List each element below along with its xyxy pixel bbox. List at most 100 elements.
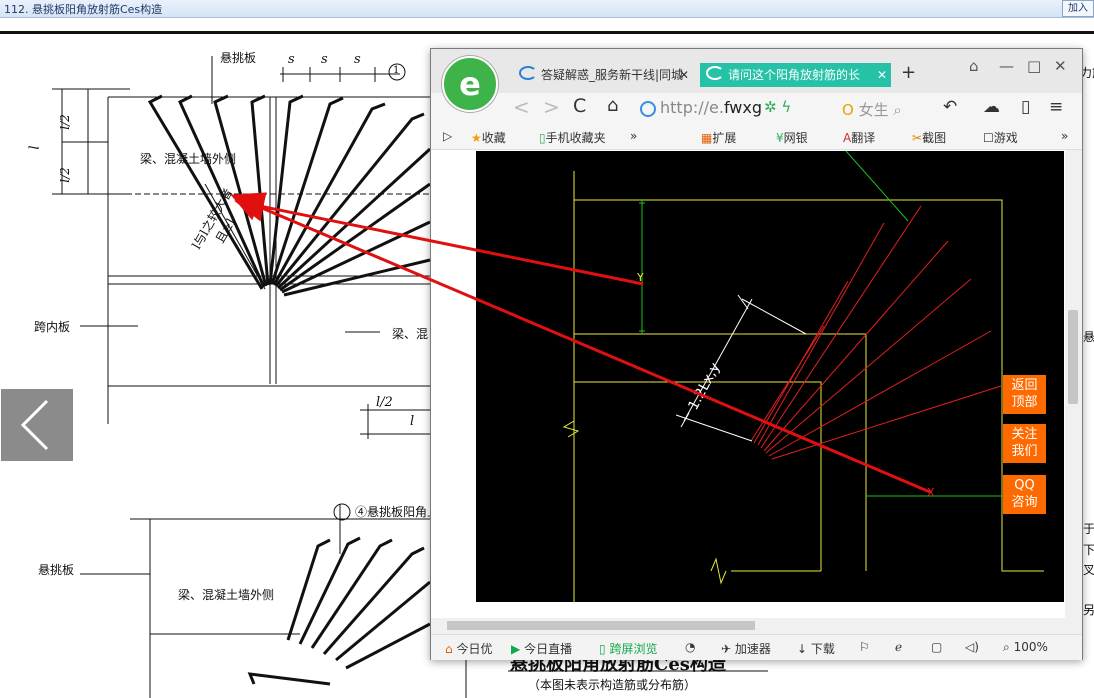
circle-number: 1: [393, 65, 400, 76]
home-icon[interactable]: ⌂: [607, 95, 618, 116]
page-viewport: Y X 1.2Lx,y 返回 顶部 关注 我们 QQ 咨询: [431, 150, 1065, 618]
maximize-button[interactable]: □: [1027, 57, 1041, 75]
follow-us-button[interactable]: 关注 我们: [1003, 424, 1046, 463]
sidebar-toggle[interactable]: ▷: [443, 129, 452, 143]
url-prefix: http://e.: [660, 98, 724, 117]
status-bar: ⌂ 今日优 ▶ 今日直播 ▯ 跨屏浏览 ◔ ✈ 加速器 ↓ 下载 ⚐ ℯ ▢ ◁…: [431, 634, 1082, 660]
prev-image-button[interactable]: [1, 389, 73, 461]
tab-label: 请问这个阳角放射筋的长: [728, 68, 861, 82]
undo-icon[interactable]: ↶: [943, 97, 957, 117]
search-placeholder: 女生: [858, 101, 889, 119]
live-button[interactable]: ▶ 今日直播: [511, 640, 572, 657]
flag-icon[interactable]: ⚐: [859, 640, 870, 654]
dimension-label: l/2: [57, 114, 72, 130]
bookmark-translate[interactable]: A翻译: [843, 129, 875, 146]
speedometer-icon[interactable]: ◔: [685, 640, 695, 654]
dimension-label: l/2: [376, 395, 393, 410]
beam-label: 梁、混凝土墙外侧: [178, 588, 275, 602]
accelerator-button[interactable]: ✈ 加速器: [721, 640, 771, 657]
bookmark-extensions[interactable]: ▦扩展: [701, 129, 736, 146]
bookmark-screenshot[interactable]: ✂截图: [912, 129, 946, 146]
chevron-left-icon: [20, 399, 49, 451]
globe-icon: [640, 101, 656, 117]
forward-icon[interactable]: >: [543, 95, 560, 119]
tab-label: 答疑解惑_服务新干线|同城: [541, 68, 684, 82]
download-icon: ↓: [797, 642, 808, 656]
star-icon: ★: [471, 131, 482, 145]
zoom-control[interactable]: ⌕ 100%: [1003, 640, 1048, 655]
gift-icon: ⌂: [445, 642, 453, 656]
minimize-button[interactable]: —: [999, 57, 1014, 75]
spacing-label: s: [288, 52, 295, 67]
vertical-scrollbar[interactable]: [1065, 150, 1081, 618]
beam-label: 梁、混: [392, 327, 429, 341]
refresh-icon[interactable]: C: [573, 95, 586, 117]
back-to-top-button[interactable]: 返回 顶部: [1003, 375, 1046, 414]
spacing-label: s: [321, 52, 328, 67]
cad-x-label: X: [927, 486, 935, 499]
page-header: 112. 悬挑板阳角放射筋Ces构造 加入: [0, 0, 1094, 18]
cad-y-label: Y: [636, 271, 644, 284]
bookmark-favorites[interactable]: ★收藏: [471, 129, 506, 146]
url-domain: fwxg: [723, 98, 763, 117]
browser-logo[interactable]: e: [442, 56, 498, 112]
close-button[interactable]: ✕: [1054, 57, 1067, 75]
span-label: 跨内板: [34, 320, 71, 334]
scroll-thumb[interactable]: [447, 621, 755, 630]
mobile-icon[interactable]: ▯: [1021, 97, 1030, 117]
cad-dimension-label: 1.2Lx,y: [685, 360, 723, 413]
dimension-label: l: [27, 145, 43, 150]
search-box[interactable]: O 女生 ⌕: [842, 99, 902, 120]
cad-screenshot: Y X 1.2Lx,y: [476, 150, 1064, 602]
add-button[interactable]: 加入: [1062, 0, 1094, 17]
beam-label: 梁、混凝土墙外侧: [140, 152, 237, 166]
mobile-icon: ▯: [599, 642, 606, 656]
cloud-icon[interactable]: ☁: [983, 97, 1000, 117]
edge-text: 叉: [1083, 563, 1094, 577]
address-bar-row: < > C ⌂ http://e.fwxg ✲ ϟ O 女生 ⌕ ↶ ☁ ▯ ≡: [431, 93, 1082, 123]
rocket-icon: ✈: [721, 642, 732, 656]
drawing-subcaption: （本图未表示构造筋或分布筋）: [528, 678, 697, 692]
bookmark-games[interactable]: ☐游戏: [983, 129, 1018, 146]
grid-icon: ▦: [701, 131, 713, 145]
bookmark-more[interactable]: »: [630, 129, 637, 143]
qq-consult-button[interactable]: QQ 咨询: [1003, 475, 1046, 514]
cad-drawing: Y X 1.2Lx,y: [562, 150, 1044, 602]
ie-mode-icon[interactable]: ℯ: [895, 640, 902, 654]
zoom-icon: ⌕: [1003, 640, 1010, 654]
speed-icon[interactable]: ✲ ϟ: [764, 98, 791, 116]
close-tab-icon[interactable]: ✕: [877, 63, 887, 87]
edge-text: 于l: [1083, 522, 1094, 536]
dimension-label: l/2: [57, 167, 72, 183]
new-tab-button[interactable]: +: [901, 62, 916, 83]
ie-icon: [706, 66, 724, 80]
edge-text: 下: [1083, 543, 1094, 557]
edge-text: 悬: [1083, 330, 1094, 344]
ie-icon: [519, 66, 537, 80]
close-tab-icon[interactable]: ✕: [679, 63, 689, 87]
tab-answers[interactable]: 答疑解惑_服务新干线|同城 ✕: [513, 63, 693, 87]
bookmark-netbank[interactable]: ¥网银: [776, 129, 808, 146]
scroll-thumb[interactable]: [1068, 310, 1078, 404]
cross-screen-button[interactable]: ▯ 跨屏浏览: [599, 640, 657, 657]
bookmark-more[interactable]: »: [1061, 129, 1068, 143]
bookmark-mobile[interactable]: ▯手机收藏夹: [539, 129, 606, 146]
menu-icon[interactable]: ≡: [1049, 97, 1063, 117]
download-button[interactable]: ↓ 下载: [797, 640, 835, 657]
dimension-label: l: [410, 414, 415, 429]
sound-icon[interactable]: ◁): [965, 640, 979, 654]
translate-icon: A: [843, 131, 852, 145]
tab-question[interactable]: 请问这个阳角放射筋的长 ✕: [700, 63, 891, 87]
window-icon[interactable]: ▢: [931, 640, 942, 654]
cantilever-slab-label: 悬挑板: [220, 51, 257, 65]
play-icon: ▶: [511, 642, 521, 656]
yen-icon: ¥: [776, 131, 784, 145]
scissors-icon: ✂: [912, 131, 923, 145]
daily-deal[interactable]: ⌂ 今日优: [445, 640, 492, 657]
tab-bar: 答疑解惑_服务新干线|同城 ✕ 请问这个阳角放射筋的长 ✕ + ⌂ — □ ✕: [431, 49, 1082, 93]
skin-icon[interactable]: ⌂: [969, 57, 979, 75]
mobile-icon: ▯: [539, 131, 546, 145]
back-icon[interactable]: <: [513, 95, 530, 119]
horizontal-scrollbar[interactable]: [431, 618, 1082, 633]
bookmark-bar: ▷ ★收藏 ▯手机收藏夹 » ▦扩展 ¥网银 A翻译 ✂截图 ☐游戏 »: [431, 123, 1082, 150]
